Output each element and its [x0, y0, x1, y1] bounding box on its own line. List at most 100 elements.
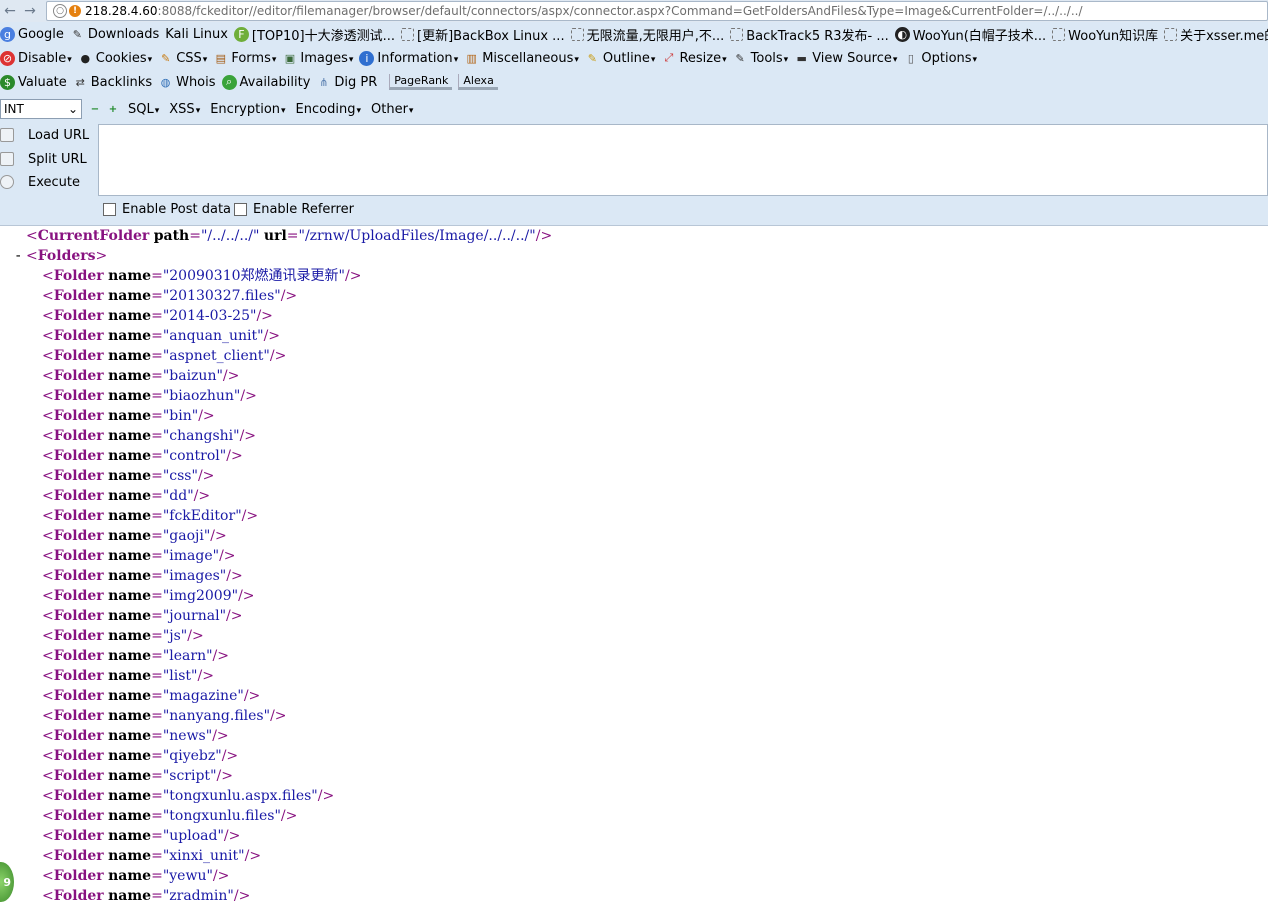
hackbar-menu-other[interactable]: Other	[371, 102, 413, 117]
folder-entry: <Folder name="fckEditor"/>	[42, 508, 259, 524]
minus-icon[interactable]: −	[90, 104, 100, 115]
encoding-select-value: INT	[4, 102, 24, 116]
webdev-menu-disable[interactable]: ⊘ Disable	[0, 50, 78, 66]
hackbar-panel: Load URL Split URL Execute Enable Post d…	[0, 124, 1268, 226]
folder-entry: <Folder name="20130327.files"/>	[42, 288, 298, 304]
tools-icon: ✎	[735, 51, 745, 65]
bookmark-kali-linux[interactable]: Kali Linux	[165, 27, 234, 42]
bookmark-label: Kali Linux	[165, 26, 228, 42]
folder-entry: <Folder name="anquan_unit"/>	[42, 328, 281, 344]
webdev-menu-label: CSS	[176, 51, 207, 66]
globe-icon: ○	[53, 4, 67, 18]
bookmark-xsser-me[interactable]: 关于xsser.me的使用	[1164, 25, 1268, 44]
webdev-menu-miscellaneous[interactable]: ▥ Miscellaneous	[464, 51, 585, 66]
hackbar-url-textarea[interactable]	[98, 124, 1268, 196]
bookmark-wooyun[interactable]: ◐ WooYun(白帽子技术...	[894, 25, 1052, 44]
folder-entry: <Folder name="tongxunlu.aspx.files"/>	[42, 788, 335, 804]
search-icon: ⌕	[221, 74, 237, 90]
webdev-menu-css[interactable]: ✎ CSS	[158, 51, 213, 66]
dollar-icon: $	[0, 74, 15, 90]
seo-item-label: Availability	[239, 74, 311, 90]
plus-icon[interactable]: +	[108, 104, 118, 115]
current-folder-line: <CurrentFolder path="/../../../" url="/z…	[26, 228, 553, 244]
seo-item-label: Valuate	[18, 74, 67, 90]
folder-entry: <Folder name="2014-03-25"/>	[42, 308, 273, 324]
url-host: 218.28.4.60	[85, 4, 158, 18]
webdev-menu-options[interactable]: ▯ Options	[903, 51, 983, 66]
folder-entry: <Folder name="biaozhun"/>	[42, 388, 257, 404]
bookmark-label: 无限流量,无限用户,不...	[586, 28, 725, 44]
bookmark-top10[interactable]: F [TOP10]十大渗透测试...	[233, 25, 401, 44]
bookmarks-toolbar: g Google ✎ Downloads Kali Linux F [TOP10]十大渗透测…	[0, 22, 1268, 46]
hackbar-menu-encryption[interactable]: Encryption	[210, 102, 285, 117]
bookmark-label: Google	[18, 26, 64, 42]
bookmark-label: Downloads	[87, 26, 160, 42]
seo-item-pagerank[interactable]: PageRank	[389, 74, 453, 90]
blank-page-icon	[570, 27, 584, 41]
checkbox-box	[103, 203, 116, 216]
hackbar-menu-sql[interactable]: SQL	[128, 102, 159, 117]
folder-entry: <Folder name="script"/>	[42, 768, 233, 784]
warning-icon[interactable]: !	[69, 5, 81, 17]
cookies-icon: ●	[80, 51, 91, 65]
hackbar-menu-encoding[interactable]: Encoding	[296, 102, 361, 117]
seo-item-label: Dig PR	[334, 74, 378, 90]
bookmark-backtrack5-r3[interactable]: BackTrack5 R3发布- ...	[730, 25, 895, 44]
seo-item-alexa[interactable]: Alexa	[458, 74, 498, 90]
webdev-menu-cookies[interactable]: ● Cookies	[78, 51, 158, 66]
bookmark-label: [TOP10]十大渗透测试...	[251, 28, 396, 44]
back-arrow-icon[interactable]: ←	[0, 1, 20, 21]
folder-entry: <Folder name="css"/>	[42, 468, 215, 484]
seo-item-backlinks[interactable]: ⇄ Backlinks	[73, 75, 158, 90]
execute-button[interactable]: Execute	[0, 171, 80, 193]
folder-entry: <Folder name="tongxunlu.files"/>	[42, 808, 298, 824]
webdev-menu-label: Cookies	[96, 51, 152, 66]
forward-arrow-icon[interactable]: →	[20, 1, 40, 21]
webdev-menu-images[interactable]: ▣ Images	[282, 51, 359, 66]
collapse-toggle-icon[interactable]: -	[14, 246, 22, 266]
webdev-menu-label: Tools	[751, 51, 789, 66]
seo-item-availability[interactable]: ⌕ Availability	[221, 74, 317, 90]
tools-icon: ✎	[72, 27, 82, 41]
split-url-button[interactable]: Split URL	[0, 148, 87, 170]
seo-item-dig-pr[interactable]: ⋔ Dig PR	[316, 75, 383, 90]
folder-entry: <Folder name="yewu"/>	[42, 868, 230, 884]
forms-icon: ▤	[215, 51, 227, 65]
folder-entry: <Folder name="list"/>	[42, 668, 214, 684]
webdev-menu-information[interactable]: i Information	[359, 50, 464, 66]
webdev-menu-outline[interactable]: ✎ Outline	[585, 51, 662, 66]
folder-entry: <Folder name="changshi"/>	[42, 428, 257, 444]
blank-page-icon	[730, 27, 744, 41]
webdev-menu-tools[interactable]: ✎ Tools	[733, 51, 795, 66]
url-input[interactable]: ○ ! 218.28.4.60:8088/fckeditor//editor/f…	[46, 1, 1268, 21]
folder-entry: <Folder name="learn"/>	[42, 648, 229, 664]
enable-post-checkbox[interactable]: Enable Post data	[103, 202, 231, 217]
bookmark-label: WooYun知识库	[1068, 28, 1159, 44]
split-url-icon	[0, 152, 14, 166]
folder-entry: <Folder name="xinxi_unit"/>	[42, 848, 262, 864]
outline-icon: ✎	[587, 51, 597, 65]
webdev-menu-resize[interactable]: ⤢ Resize	[661, 51, 732, 66]
folder-entry: <Folder name="img2009"/>	[42, 588, 255, 604]
seo-item-valuate[interactable]: $ Valuate	[0, 74, 73, 90]
google-icon: g	[0, 26, 15, 42]
bookmark-downloads[interactable]: ✎ Downloads	[70, 27, 165, 42]
images-icon: ▣	[284, 51, 296, 65]
bookmark-backbox-linux[interactable]: [更新]BackBox Linux ...	[401, 25, 571, 44]
enable-referrer-checkbox[interactable]: Enable Referrer	[234, 202, 354, 217]
miscellaneous-icon: ▥	[466, 51, 477, 65]
folder-entry: <Folder name="journal"/>	[42, 608, 243, 624]
f-logo-icon: F	[233, 26, 249, 42]
bookmark-google[interactable]: g Google	[0, 26, 70, 42]
webdev-menu-forms[interactable]: ▤ Forms	[213, 51, 282, 66]
seo-item-whois[interactable]: ◍ Whois	[158, 75, 221, 90]
load-url-button[interactable]: Load URL	[0, 124, 89, 146]
webdev-menu-view-source[interactable]: ▬ View Source	[794, 51, 903, 66]
webdev-menu-label: Forms	[231, 51, 276, 66]
folder-entry: <Folder name="20090310郑燃通讯录更新"/>	[42, 268, 362, 284]
bookmark-item-5[interactable]: 无限流量,无限用户,不...	[570, 25, 731, 44]
bookmark-wooyun[interactable]: WooYun知识库	[1052, 25, 1164, 44]
encoding-select[interactable]: INT ⌄	[0, 99, 82, 119]
hackbar-menu-xss[interactable]: XSS	[169, 102, 200, 117]
seo-item-label: Whois	[176, 74, 216, 90]
